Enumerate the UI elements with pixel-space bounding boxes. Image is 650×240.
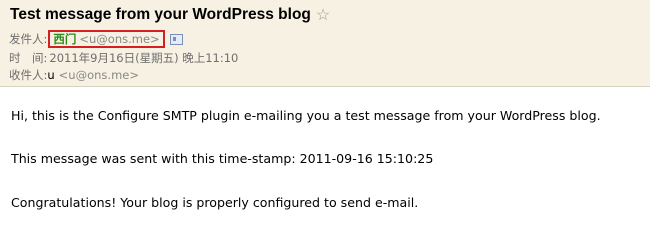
contact-card-icon[interactable] bbox=[169, 33, 183, 45]
email-header: Test message from your WordPress blog ☆ … bbox=[0, 0, 650, 87]
sender-email: <u@ons.me> bbox=[79, 32, 160, 46]
star-icon[interactable]: ☆ bbox=[316, 5, 330, 25]
to-row: 收件人: u <u@ons.me> bbox=[9, 67, 139, 83]
message-body-line: Hi, this is the Configure SMTP plugin e-… bbox=[11, 108, 601, 123]
subject-text: Test message from your WordPress blog bbox=[10, 6, 311, 23]
to-label: 收件人: bbox=[9, 68, 48, 82]
time-label: 时 间: bbox=[9, 51, 48, 65]
message-timestamp-line: This message was sent with this time-sta… bbox=[11, 151, 434, 166]
sender-name[interactable]: 西门 bbox=[53, 31, 76, 47]
message-congrats-line: Congratulations! Your blog is properly c… bbox=[11, 195, 419, 210]
from-row: 发件人: 西门 <u@ons.me> bbox=[9, 30, 183, 48]
sender-highlight-box: 西门 <u@ons.me> bbox=[48, 30, 165, 48]
time-row: 时 间: 2011年9月16日(星期五) 晚上11:10 bbox=[9, 50, 238, 66]
time-value: 2011年9月16日(星期五) 晚上11:10 bbox=[49, 51, 239, 65]
recipient-email: <u@ons.me> bbox=[58, 68, 139, 82]
email-subject: Test message from your WordPress blog ☆ bbox=[10, 5, 330, 25]
recipient-name[interactable]: u bbox=[47, 68, 54, 82]
from-label: 发件人: bbox=[9, 32, 48, 46]
